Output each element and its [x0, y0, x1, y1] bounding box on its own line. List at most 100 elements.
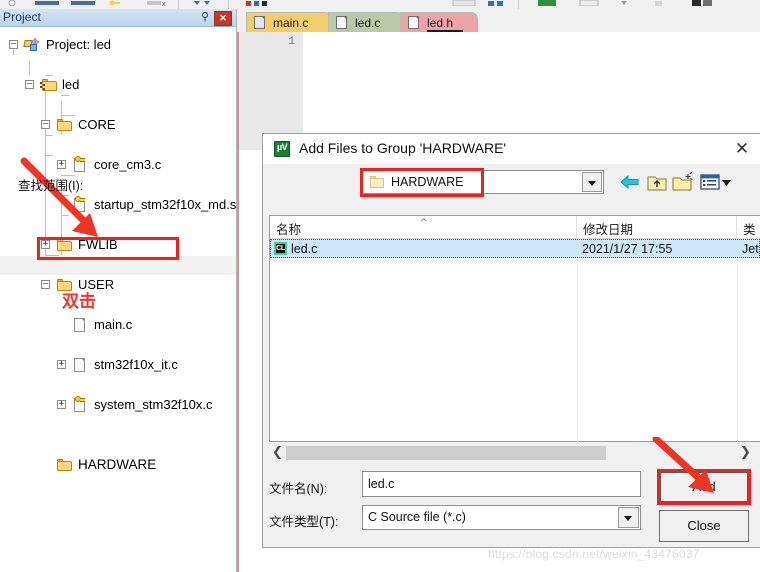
up-folder-icon[interactable] [647, 172, 667, 192]
tab-main-c[interactable]: main.c [246, 12, 332, 32]
annotation-arrow-add [652, 437, 714, 493]
tree-item-label: led [62, 77, 80, 92]
toolbar-icon-9[interactable] [690, 0, 716, 6]
tree-item-label: startup_stm32f10x_md.s [94, 197, 237, 212]
toolbar-icon-4[interactable]: x [146, 0, 168, 6]
tree-item-label: CORE [78, 117, 116, 132]
editor-tabstrip[interactable]: main.c led.c led.h [237, 9, 760, 32]
new-folder-icon[interactable] [672, 172, 694, 192]
column-label: 类 [743, 223, 756, 237]
toolbar-build-icons[interactable] [244, 0, 274, 6]
scrollbar-thumb[interactable] [286, 446, 606, 460]
chevron-down-icon[interactable] [582, 172, 602, 192]
tree-item-user[interactable]: – USER [0, 275, 236, 295]
look-in-highlight-box [360, 168, 484, 197]
keil-uvision-icon: µV [274, 141, 290, 157]
tab-led-h[interactable]: led.h [400, 12, 478, 32]
tab-label: main.c [273, 16, 309, 30]
back-arrow-icon[interactable] [618, 172, 640, 192]
doc-icon [336, 16, 347, 29]
tree-item-project-root[interactable]: – Project: led [0, 35, 236, 55]
folder-icon [57, 119, 72, 131]
dialog-title: Add Files to Group 'HARDWARE' [299, 140, 507, 156]
view-mode-chevron-icon[interactable] [720, 172, 734, 192]
doc-file-icon [74, 318, 85, 332]
expander-toggle[interactable]: – [25, 80, 34, 89]
column-header-date[interactable]: 修改日期 [577, 216, 737, 238]
doc-icon [408, 16, 419, 29]
project-panel-title: Project [3, 10, 42, 24]
column-label: 修改日期 [583, 223, 634, 237]
column-divider [577, 239, 578, 443]
folder-icon [57, 459, 72, 471]
file-type-select[interactable]: C Source file (*.c) [362, 505, 641, 530]
file-list-view[interactable]: 名称 ^ 修改日期 类 CL led.c 2021/1/27 17:55 Jet [269, 215, 760, 443]
file-name-input[interactable]: led.c [362, 471, 641, 497]
toolbar-icon-8[interactable] [652, 0, 665, 6]
toolbar-icon-3[interactable] [70, 0, 96, 6]
file-type-cell: Jet [742, 242, 759, 256]
project-panel: Project ⚲ ✕ – Project: led – led – CORE … [0, 9, 237, 572]
chevron-down-icon[interactable] [618, 507, 639, 528]
column-label: 名称 [276, 223, 302, 237]
toolbar-target-icon[interactable] [536, 0, 560, 6]
toolbar-icon-6[interactable] [486, 0, 506, 6]
toolbar-icon-1[interactable] [6, 0, 19, 6]
doc-hatched-icon [254, 16, 265, 29]
toolbar-icon-2[interactable] [34, 0, 60, 6]
tab-led-c[interactable]: led.c [328, 12, 404, 32]
scroll-left-arrow-icon[interactable]: ❮ [271, 446, 284, 460]
toolbar-separator-1 [178, 0, 179, 9]
column-header-type[interactable]: 类 [737, 216, 760, 238]
table-row[interactable]: CL led.c 2021/1/27 17:55 Jet [270, 239, 760, 258]
toolbar-icon-5[interactable] [452, 0, 478, 6]
expander-toggle[interactable]: – [41, 280, 50, 289]
tree-item-led-group[interactable]: – led [0, 75, 236, 95]
expander-toggle[interactable]: + [57, 400, 66, 409]
file-name-label: 文件名(N): [269, 482, 328, 496]
toolbar-key-icon[interactable] [108, 0, 121, 6]
toolbar-separator-3 [518, 0, 519, 9]
tree-item-core[interactable]: – CORE [0, 115, 236, 135]
column-divider [737, 239, 738, 443]
group-icon [40, 79, 57, 91]
dialog-titlebar: µV Add Files to Group 'HARDWARE' ✕ [263, 134, 760, 164]
double-click-annotation: 双击 [62, 292, 96, 312]
expander-toggle[interactable]: + [57, 360, 66, 369]
project-icon [23, 38, 40, 52]
file-type-value: C Source file (*.c) [368, 510, 466, 524]
tree-line [45, 135, 53, 136]
tree-item-label: Project: led [46, 37, 112, 52]
svg-text:x: x [162, 1, 166, 6]
sort-ascending-icon: ^ [420, 218, 428, 228]
file-list-header: 名称 ^ 修改日期 类 [270, 216, 760, 239]
tree-item-hardware[interactable]: HARDWARE [0, 455, 236, 475]
file-type-label: 文件类型(T): [269, 515, 339, 529]
cl-source-icon: CL [274, 242, 287, 255]
annotation-arrow-hardware [20, 157, 98, 237]
scroll-right-arrow-icon[interactable]: ❯ [739, 446, 752, 460]
toolbar-bookmark-icons[interactable] [190, 0, 214, 6]
tree-item-label: stm32f10x_it.c [94, 357, 178, 372]
tree-item-label: main.c [94, 317, 133, 332]
tree-item-label: system_stm32f10x.c [94, 397, 213, 412]
close-button[interactable]: Close [659, 510, 749, 542]
toolbar-chevron-icon[interactable] [618, 0, 631, 6]
toolbar-icon-7[interactable] [578, 0, 602, 6]
watermark: https://blog.csdn.net/weixin_43476037 [488, 547, 700, 561]
pin-icon[interactable]: ⚲ [200, 12, 210, 23]
doc-file-icon [74, 358, 85, 372]
line-number: 1 [288, 36, 295, 48]
expander-toggle[interactable]: – [41, 120, 50, 129]
tab-label: led.c [355, 16, 381, 30]
close-icon[interactable]: ✕ [214, 11, 232, 26]
close-icon[interactable]: ✕ [730, 138, 754, 160]
tree-line [29, 61, 30, 75]
tree-item-system-stm32f10x-c[interactable]: + system_stm32f10x.c [0, 395, 236, 415]
tree-item-main-c[interactable]: main.c [0, 315, 236, 335]
expander-toggle[interactable]: – [9, 40, 18, 49]
tree-item-stm32f10x-it-c[interactable]: + stm32f10x_it.c [0, 355, 236, 375]
view-mode-icon[interactable] [700, 172, 720, 192]
tree-line [61, 95, 69, 96]
column-header-name[interactable]: 名称 ^ [270, 216, 577, 238]
